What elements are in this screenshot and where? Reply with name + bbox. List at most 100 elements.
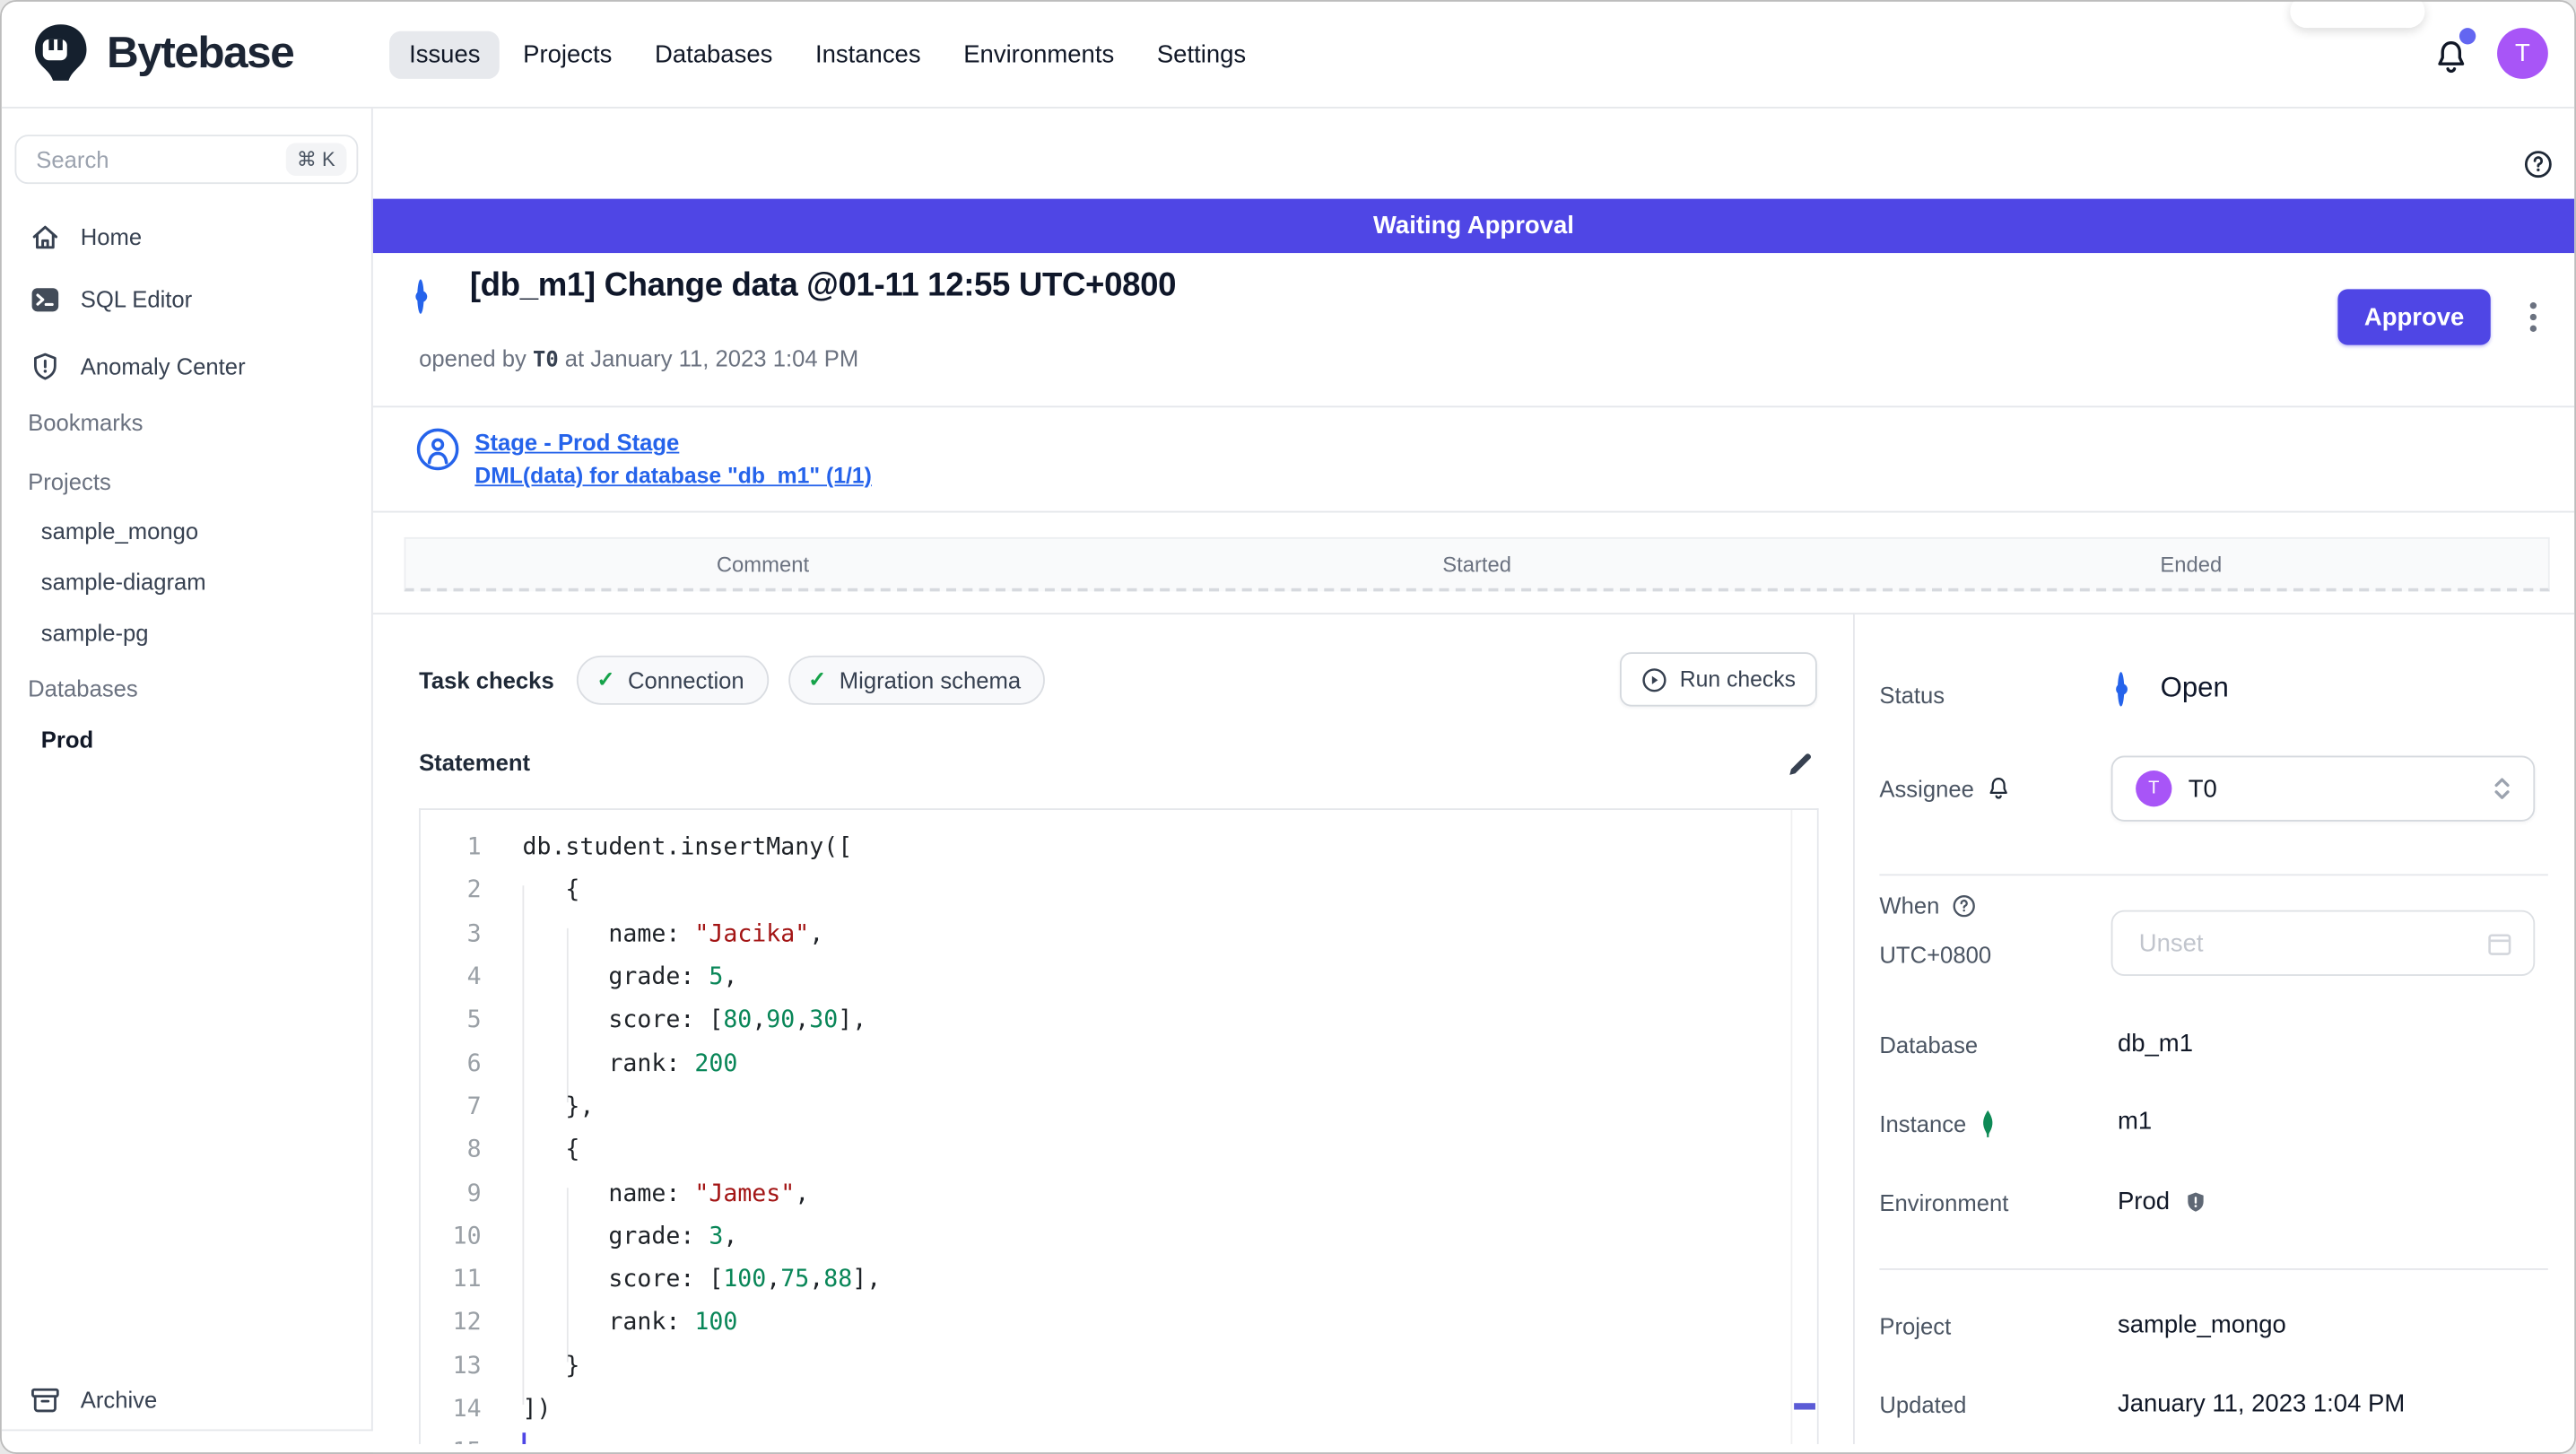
nav-tab-projects[interactable]: Projects [503, 30, 631, 78]
code-token: ], [852, 1267, 882, 1293]
sidebar-item-label: SQL Editor [80, 285, 193, 313]
search-box[interactable]: ⌘ K [14, 135, 359, 185]
line-number: 7 [466, 1093, 482, 1121]
statement-label: Statement [419, 749, 531, 776]
instance-value: m1 [2117, 1107, 2153, 1136]
code-line: 9 name: "James", [421, 1172, 1791, 1215]
top-bar: Bytebase Issues Projects Databases Insta… [1, 1, 2575, 109]
brand-logo[interactable]: Bytebase [30, 22, 295, 84]
code-line: 7 }, [421, 1085, 1791, 1128]
nav-tab-databases[interactable]: Databases [635, 30, 792, 78]
statement-code-editor[interactable]: 1 db.student.insertMany([2 {3 name: "Jaci… [419, 808, 1819, 1445]
environment-label: Environment [1879, 1189, 2009, 1216]
column-header-comment: Comment [716, 551, 810, 576]
check-icon: ✓ [596, 666, 615, 692]
code-token: rank: [522, 1050, 695, 1077]
line-number: 15 [421, 1440, 503, 1444]
task-checks-label: Task checks [419, 666, 554, 693]
calendar-icon [2485, 929, 2513, 957]
sidebar: ⌘ K Home SQL Editor Anomaly Center Bookm… [1, 107, 373, 1432]
sidebar-item-sql-editor[interactable]: SQL Editor [2, 279, 371, 318]
code-line: 8 { [421, 1128, 1791, 1171]
stage-avatar-icon [415, 427, 459, 471]
opened-by-prefix: opened by [419, 344, 527, 371]
code-line: 13 } [421, 1345, 1791, 1388]
when-datetime-input[interactable]: Unset [2110, 910, 2536, 976]
run-checks-button[interactable]: Run checks [1620, 652, 1817, 707]
assignee-select[interactable]: T T0 [2110, 755, 2536, 822]
sidebar-item-label: Anomaly Center [80, 353, 246, 380]
play-circle-icon [1642, 666, 1668, 692]
toast-remnant [2290, 1, 2425, 29]
bell-small-icon [1986, 776, 2010, 802]
sidebar-item-home[interactable]: Home [2, 217, 371, 257]
sidebar-item-label: Home [80, 223, 143, 250]
brand-name: Bytebase [107, 27, 295, 77]
sidebar-database-prod[interactable]: Prod [41, 727, 93, 753]
check-icon: ✓ [808, 666, 827, 692]
code-line: 10 grade: 3, [421, 1215, 1791, 1258]
task-link[interactable]: DML(data) for database "db_m1" (1/1) [474, 464, 872, 488]
code-token: 200 [694, 1050, 738, 1077]
code-line: 11 score: [100,75,88], [421, 1258, 1791, 1302]
code-text: { [502, 1137, 579, 1163]
search-shortcut-badge: ⌘ K [285, 143, 347, 176]
code-token: , [795, 1180, 810, 1207]
code-token: 5 [709, 964, 724, 991]
check-badge-label: Migration schema [839, 666, 1022, 693]
nav-tab-settings[interactable]: Settings [1137, 30, 1266, 78]
assignee-avatar: T [2136, 771, 2172, 807]
code-token: 80 [723, 1007, 753, 1034]
shield-protected-icon [2183, 1188, 2207, 1215]
notifications-bell-icon[interactable] [2433, 28, 2476, 77]
main-nav: Issues Projects Databases Instances Envi… [389, 28, 1266, 81]
line-number: 12 [452, 1310, 482, 1336]
sidebar-project-sample-pg[interactable]: sample-pg [41, 620, 149, 646]
more-options-kebab-icon[interactable] [2513, 291, 2553, 344]
line-number: 2 [466, 877, 482, 905]
opened-by-user: T0 [532, 348, 559, 373]
code-token: 30 [809, 1007, 839, 1034]
code-token: , [809, 1267, 824, 1293]
check-badge-migration-schema[interactable]: ✓ Migration schema [788, 654, 1046, 704]
code-text: db.student.insertMany([ [502, 835, 852, 861]
sidebar-section-projects: Projects [28, 468, 111, 495]
stage-link[interactable]: Stage - Prod Stage [474, 429, 872, 455]
assignee-label-text: Assignee [1879, 775, 1974, 802]
code-token: 100 [694, 1310, 738, 1336]
code-text: name: "Jacika", [502, 921, 823, 947]
mongodb-leaf-icon [1978, 1109, 1997, 1138]
code-line: 5 score: [80,90,30], [421, 999, 1791, 1042]
status-open-radio-icon [2117, 672, 2125, 707]
sidebar-project-sample-diagram[interactable]: sample-diagram [41, 569, 206, 595]
sidebar-project-sample-mongo[interactable]: sample_mongo [41, 518, 198, 544]
issue-status-radio-icon [417, 279, 424, 314]
when-placeholder: Unset [2138, 928, 2204, 957]
run-checks-label: Run checks [1679, 666, 1796, 692]
code-token: 75 [780, 1267, 810, 1293]
nav-tab-issues[interactable]: Issues [389, 30, 500, 79]
code-token: score: [ [522, 1007, 724, 1034]
code-token: grade: [522, 964, 709, 991]
app-window: Bytebase Issues Projects Databases Insta… [0, 0, 2576, 1454]
code-token: 90 [766, 1007, 796, 1034]
cursor-position-marker [1794, 1403, 1815, 1409]
nav-tab-environments[interactable]: Environments [944, 30, 1134, 78]
code-token: "Jacika" [694, 921, 810, 948]
search-input[interactable] [32, 144, 286, 175]
nav-tab-instances[interactable]: Instances [796, 30, 941, 78]
check-badge-connection[interactable]: ✓ Connection [577, 654, 770, 704]
column-header-ended: Ended [2160, 551, 2223, 576]
user-avatar[interactable]: T [2497, 28, 2548, 79]
opened-by-suffix: at January 11, 2023 1:04 PM [558, 344, 859, 371]
code-token: score: [ [522, 1267, 724, 1293]
sidebar-item-archive[interactable]: Archive [2, 1380, 371, 1420]
help-circle-icon[interactable] [2523, 150, 2553, 179]
sidebar-item-anomaly-center[interactable]: Anomaly Center [2, 346, 371, 386]
code-token: { [522, 877, 580, 905]
line-number: 13 [452, 1353, 482, 1380]
home-icon [30, 221, 61, 252]
approve-button[interactable]: Approve [2337, 289, 2491, 345]
status-label: Status [1879, 682, 1945, 709]
edit-pencil-icon[interactable] [1786, 751, 1814, 779]
